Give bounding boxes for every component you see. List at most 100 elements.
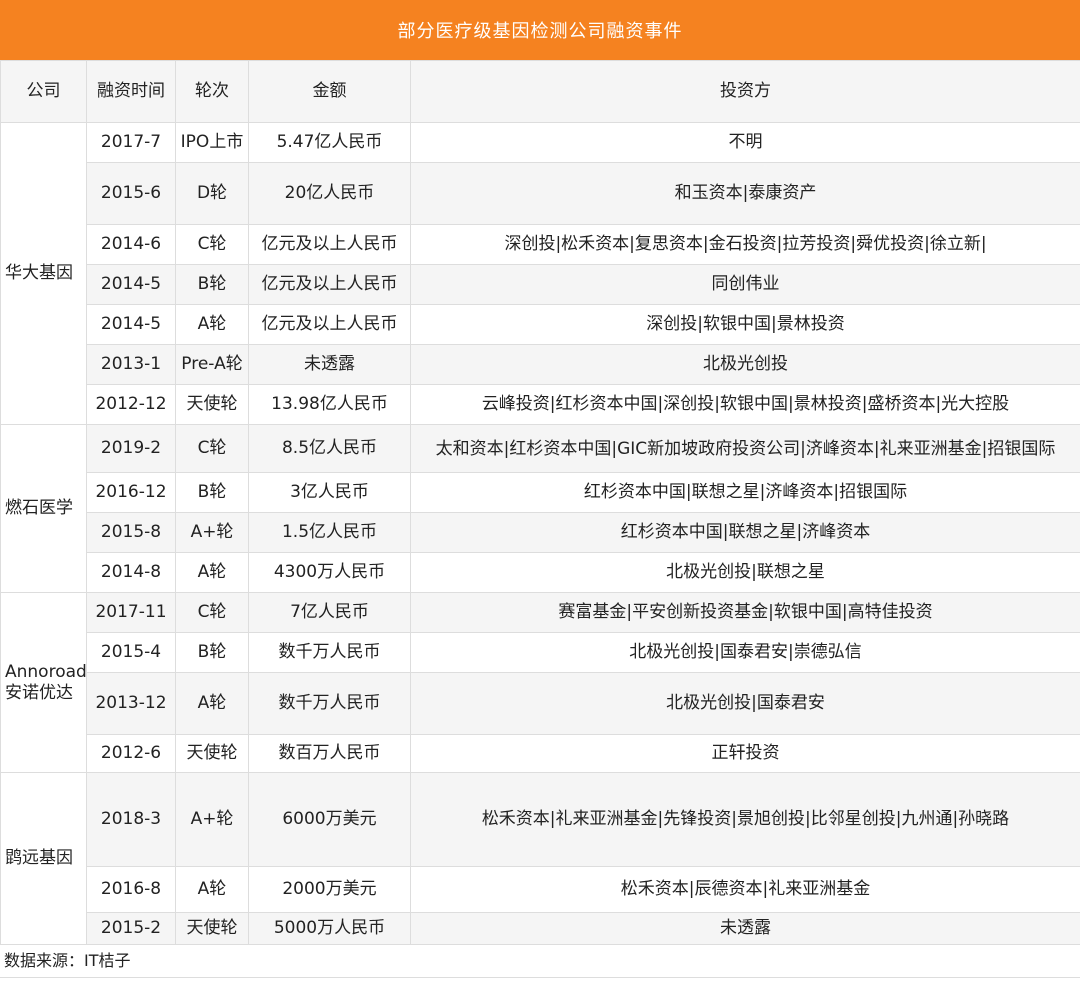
table-row: 华大基因 2017-7 IPO上市 5.47亿人民币 不明 (0, 122, 1080, 425)
round-cell: B轮 (175, 472, 249, 513)
table-row: 2013-12 A轮 数千万人民币 北极光创投|国泰君安 (1, 672, 1080, 735)
header-company: 公司 (0, 60, 87, 123)
table-row: 2013-1 Pre-A轮 未透露 北极光创投 (1, 344, 1080, 385)
amount-cell: 亿元及以上人民币 (248, 224, 411, 265)
date-cell: 2012-12 (86, 384, 176, 425)
company-name: 燃石医学 (0, 424, 87, 593)
investors-cell: 和玉资本|泰康资产 (410, 162, 1080, 225)
round-cell: 天使轮 (175, 912, 249, 945)
amount-cell: 5.47亿人民币 (248, 122, 411, 163)
table-row: 2012-12 天使轮 13.98亿人民币 云峰投资|红杉资本中国|深创投|软银… (1, 384, 1080, 425)
amount-cell: 数千万人民币 (248, 632, 411, 673)
amount-cell: 7亿人民币 (248, 592, 411, 633)
date-cell: 2015-6 (86, 162, 176, 225)
round-cell: A轮 (175, 866, 249, 913)
header-amount: 金额 (248, 60, 411, 123)
investors-cell: 正轩投资 (410, 734, 1080, 773)
table-row: 2016-8 A轮 2000万美元 松禾资本|辰德资本|礼来亚洲基金 (1, 866, 1080, 913)
investors-cell: 红杉资本中国|联想之星|济峰资本 (410, 512, 1080, 553)
date-cell: 2017-11 (86, 592, 176, 633)
amount-cell: 未透露 (248, 344, 411, 385)
table-row: 2012-6 天使轮 数百万人民币 正轩投资 (1, 734, 1080, 773)
investors-cell: 赛富基金|平安创新投资基金|软银中国|高特佳投资 (410, 592, 1080, 633)
investors-cell: 深创投|软银中国|景林投资 (410, 304, 1080, 345)
table-row: 2015-4 B轮 数千万人民币 北极光创投|国泰君安|崇德弘信 (1, 632, 1080, 673)
table-row: 鹍远基因 2018-3 A+轮 6000万美元 松禾资本|礼来亚洲基金|先锋投资… (0, 772, 1080, 945)
table-row: 2014-5 B轮 亿元及以上人民币 同创伟业 (1, 264, 1080, 305)
amount-cell: 6000万美元 (248, 772, 411, 867)
date-cell: 2013-1 (86, 344, 176, 385)
table-row: 2015-2 天使轮 5000万人民币 未透露 (1, 912, 1080, 945)
round-cell: A+轮 (175, 772, 249, 867)
date-cell: 2015-8 (86, 512, 176, 553)
round-cell: 天使轮 (175, 734, 249, 773)
amount-cell: 2000万美元 (248, 866, 411, 913)
investors-cell: 不明 (410, 122, 1080, 163)
table-row: Annoroad 安诺优达 2017-11 C轮 7亿人民币 赛富基金|平安创新… (0, 592, 1080, 773)
investors-cell: 云峰投资|红杉资本中国|深创投|软银中国|景林投资|盛桥资本|光大控股 (410, 384, 1080, 425)
date-cell: 2013-12 (86, 672, 176, 735)
round-cell: B轮 (175, 264, 249, 305)
amount-cell: 5000万人民币 (248, 912, 411, 945)
company-name-en: Annoroad (5, 661, 87, 682)
round-cell: A轮 (175, 552, 249, 593)
date-cell: 2014-8 (86, 552, 176, 593)
date-cell: 2014-6 (86, 224, 176, 265)
round-cell: IPO上市 (175, 122, 249, 163)
company-name: 鹍远基因 (0, 772, 87, 945)
investors-cell: 红杉资本中国|联想之星|济峰资本|招银国际 (410, 472, 1080, 513)
round-cell: C轮 (175, 424, 249, 473)
header-investors: 投资方 (410, 60, 1080, 123)
investors-cell: 北极光创投|联想之星 (410, 552, 1080, 593)
amount-cell: 1.5亿人民币 (248, 512, 411, 553)
date-cell: 2018-3 (86, 772, 176, 867)
data-source-note: 数据来源：IT桔子 (0, 945, 1080, 978)
company-name-cn: 安诺优达 (5, 682, 73, 703)
amount-cell: 20亿人民币 (248, 162, 411, 225)
date-cell: 2015-4 (86, 632, 176, 673)
investors-cell: 太和资本|红杉资本中国|GIC新加坡政府投资公司|济峰资本|礼来亚洲基金|招银国… (410, 424, 1080, 473)
date-cell: 2014-5 (86, 304, 176, 345)
financing-table: 公司 融资时间 轮次 金额 投资方 华大基因 2017-7 IPO上市 5.47… (0, 60, 1080, 945)
date-cell: 2014-5 (86, 264, 176, 305)
date-cell: 2015-2 (86, 912, 176, 945)
table-row: 2014-6 C轮 亿元及以上人民币 深创投|松禾资本|复思资本|金石投资|拉芳… (1, 224, 1080, 265)
amount-cell: 亿元及以上人民币 (248, 304, 411, 345)
date-cell: 2012-6 (86, 734, 176, 773)
round-cell: 天使轮 (175, 384, 249, 425)
table-title: 部分医疗级基因检测公司融资事件 (0, 0, 1080, 60)
header-round: 轮次 (175, 60, 249, 123)
round-cell: B轮 (175, 632, 249, 673)
round-cell: D轮 (175, 162, 249, 225)
date-cell: 2019-2 (86, 424, 176, 473)
round-cell: C轮 (175, 224, 249, 265)
investors-cell: 深创投|松禾资本|复思资本|金石投资|拉芳投资|舜优投资|徐立新| (410, 224, 1080, 265)
date-cell: 2016-12 (86, 472, 176, 513)
investors-cell: 同创伟业 (410, 264, 1080, 305)
investors-cell: 松禾资本|礼来亚洲基金|先锋投资|景旭创投|比邻星创投|九州通|孙晓路 (410, 772, 1080, 867)
round-cell: C轮 (175, 592, 249, 633)
table-row: 2015-8 A+轮 1.5亿人民币 红杉资本中国|联想之星|济峰资本 (1, 512, 1080, 553)
investors-cell: 北极光创投 (410, 344, 1080, 385)
table-row: 2016-12 B轮 3亿人民币 红杉资本中国|联想之星|济峰资本|招银国际 (1, 472, 1080, 513)
investors-cell: 北极光创投|国泰君安 (410, 672, 1080, 735)
table-row: 2015-6 D轮 20亿人民币 和玉资本|泰康资产 (1, 162, 1080, 225)
amount-cell: 数百万人民币 (248, 734, 411, 773)
round-cell: A轮 (175, 672, 249, 735)
table-row: 燃石医学 2019-2 C轮 8.5亿人民币 太和资本|红杉资本中国|GIC新加… (0, 424, 1080, 593)
table-row: 2014-5 A轮 亿元及以上人民币 深创投|软银中国|景林投资 (1, 304, 1080, 345)
amount-cell: 8.5亿人民币 (248, 424, 411, 473)
company-name: 华大基因 (0, 122, 87, 425)
investors-cell: 未透露 (410, 912, 1080, 945)
round-cell: Pre-A轮 (175, 344, 249, 385)
header-row: 公司 融资时间 轮次 金额 投资方 (0, 60, 1080, 123)
amount-cell: 数千万人民币 (248, 672, 411, 735)
table-row: 2014-8 A轮 4300万人民币 北极光创投|联想之星 (1, 552, 1080, 593)
amount-cell: 4300万人民币 (248, 552, 411, 593)
amount-cell: 亿元及以上人民币 (248, 264, 411, 305)
investors-cell: 北极光创投|国泰君安|崇德弘信 (410, 632, 1080, 673)
date-cell: 2016-8 (86, 866, 176, 913)
company-name: Annoroad 安诺优达 (0, 592, 87, 773)
investors-cell: 松禾资本|辰德资本|礼来亚洲基金 (410, 866, 1080, 913)
date-cell: 2017-7 (86, 122, 176, 163)
